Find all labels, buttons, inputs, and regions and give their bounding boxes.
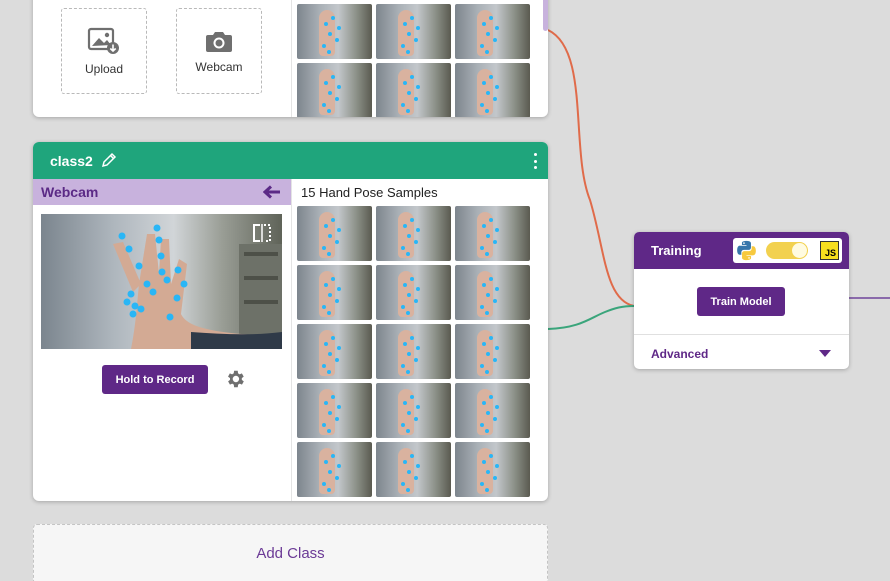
- webcam-panel-title: Webcam: [41, 184, 99, 200]
- class1-thumbnails: [297, 4, 530, 117]
- teachable-machine-canvas: Upload Webcam class2 Webcam Hold to Reco…: [0, 0, 890, 581]
- pencil-icon[interactable]: [101, 152, 117, 168]
- hold-to-record-button[interactable]: Hold to Record: [102, 365, 208, 394]
- sample-thumbnail[interactable]: [455, 63, 530, 117]
- toggle-switch[interactable]: [766, 242, 808, 259]
- webcam-button[interactable]: Webcam: [176, 8, 262, 94]
- class2-thumbnails: [297, 206, 530, 497]
- sample-thumbnail[interactable]: [376, 442, 451, 497]
- class-name[interactable]: class2: [50, 153, 93, 169]
- class1-card: Upload Webcam: [33, 0, 548, 117]
- sample-thumbnail[interactable]: [297, 442, 372, 497]
- training-header: Training JS: [634, 232, 849, 269]
- back-arrow-icon[interactable]: [263, 185, 281, 199]
- sample-thumbnail[interactable]: [455, 4, 530, 59]
- flip-icon[interactable]: [252, 224, 272, 242]
- sample-thumbnail[interactable]: [297, 383, 372, 438]
- class1-sample-sources: Upload Webcam: [33, 0, 291, 117]
- samples-count-title: 15 Hand Pose Samples: [301, 185, 438, 200]
- upload-label: Upload: [84, 61, 124, 76]
- scrollbar-thumb[interactable]: [543, 0, 548, 31]
- sample-thumbnail[interactable]: [455, 265, 530, 320]
- add-class-button[interactable]: Add Class: [33, 524, 548, 581]
- python-icon: [737, 240, 756, 261]
- sample-thumbnail[interactable]: [297, 265, 372, 320]
- advanced-toggle[interactable]: Advanced: [634, 334, 849, 369]
- gear-icon[interactable]: [224, 368, 246, 390]
- training-card: Training JS Train Model Advanced: [634, 232, 849, 369]
- advanced-label: Advanced: [651, 347, 709, 361]
- sample-thumbnail[interactable]: [376, 265, 451, 320]
- export-language-toggle[interactable]: JS: [733, 238, 842, 263]
- samples-pane: 15 Hand Pose Samples: [291, 179, 548, 501]
- wire-class2-training: [547, 305, 635, 330]
- sample-thumbnail[interactable]: [455, 206, 530, 261]
- sample-thumbnail[interactable]: [297, 206, 372, 261]
- sample-thumbnail[interactable]: [455, 442, 530, 497]
- toggle-knob: [792, 243, 807, 258]
- image-upload-icon: [87, 27, 119, 54]
- webcam-pane: Webcam Hold to Record: [33, 179, 291, 501]
- webcam-panel-header: Webcam: [33, 179, 291, 205]
- sample-thumbnail[interactable]: [376, 206, 451, 261]
- wire-class1-training: [547, 29, 635, 307]
- sample-thumbnail[interactable]: [376, 383, 451, 438]
- class1-samples-grid: [291, 0, 548, 117]
- js-icon: JS: [820, 241, 839, 260]
- sample-thumbnail[interactable]: [376, 63, 451, 117]
- camera-icon: [206, 31, 232, 52]
- webcam-label: Webcam: [195, 59, 243, 74]
- caret-down-icon: [819, 350, 831, 357]
- sample-thumbnail[interactable]: [455, 324, 530, 379]
- training-title: Training: [651, 243, 702, 258]
- sample-thumbnail[interactable]: [455, 383, 530, 438]
- sample-thumbnail[interactable]: [297, 4, 372, 59]
- sample-thumbnail[interactable]: [376, 4, 451, 59]
- class2-header: class2: [33, 142, 548, 179]
- sample-thumbnail[interactable]: [297, 63, 372, 117]
- sample-thumbnail[interactable]: [297, 324, 372, 379]
- add-class-label: Add Class: [256, 545, 325, 562]
- hand-pose-overlay: [113, 224, 282, 349]
- sample-thumbnail[interactable]: [376, 324, 451, 379]
- webcam-preview: [41, 214, 282, 349]
- upload-button[interactable]: Upload: [61, 8, 147, 94]
- train-model-button[interactable]: Train Model: [697, 287, 785, 316]
- class2-card: class2 Webcam Hold to Record 15 Hand Pos…: [33, 142, 548, 501]
- kebab-icon[interactable]: [532, 153, 538, 169]
